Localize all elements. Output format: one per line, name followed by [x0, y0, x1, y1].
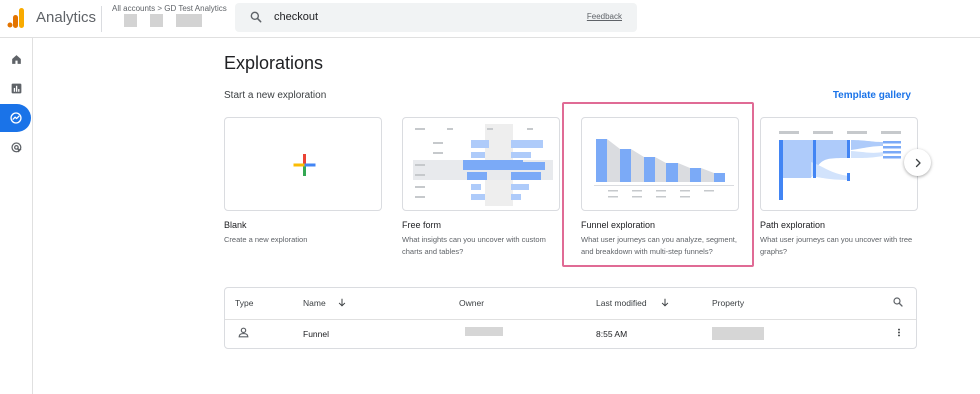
analytics-logo-icon[interactable] [7, 8, 25, 28]
column-header-last-modified[interactable]: Last modified [596, 298, 647, 308]
chevron-right-icon [915, 158, 921, 167]
plus-icon [293, 154, 316, 176]
column-header-name[interactable]: Name [303, 298, 326, 308]
search-input[interactable]: checkout [274, 11, 318, 23]
reports-icon [11, 83, 22, 93]
highlight-box [562, 102, 754, 267]
page-title: Explorations [224, 53, 324, 73]
path-exploration-template-card[interactable] [760, 117, 918, 211]
sort-arrow-down-icon[interactable] [337, 297, 347, 308]
redacted-block [176, 14, 202, 27]
blank-template-card[interactable] [224, 117, 382, 211]
header-divider [225, 319, 916, 320]
divider [101, 6, 102, 32]
carousel-next-button[interactable] [904, 149, 931, 176]
redacted-block [150, 14, 163, 27]
section-subtitle: Start a new exploration [224, 90, 327, 101]
card-title-path: Path exploration [760, 220, 826, 230]
redacted-owner [465, 327, 503, 336]
template-gallery-link[interactable]: Template gallery [833, 90, 911, 101]
card-desc-path: What user journeys can you uncover with … [760, 235, 913, 256]
search-bar[interactable]: checkout Feedback [235, 3, 637, 32]
column-header-type: Type [235, 298, 254, 308]
nav-home[interactable] [0, 47, 33, 71]
column-header-owner: Owner [459, 298, 485, 308]
card-title-blank: Blank [224, 220, 247, 230]
row-name[interactable]: Funnel [303, 329, 329, 339]
row-last-modified: 8:55 AM [596, 329, 628, 339]
feedback-link[interactable]: Feedback [587, 12, 622, 21]
home-icon [12, 54, 21, 64]
more-vert-icon[interactable] [894, 326, 904, 339]
free-form-thumbnail [413, 124, 553, 206]
card-desc-free-form: What insights can you uncover with custo… [402, 235, 546, 256]
nav-reports[interactable] [0, 76, 33, 100]
account-breadcrumb[interactable]: All accounts > GD Test Analytics [112, 4, 227, 13]
column-header-property: Property [712, 298, 745, 308]
path-thumbnail [779, 131, 901, 200]
explore-icon [9, 112, 22, 124]
top-app-bar: Analytics All accounts > GD Test Analyti… [0, 0, 980, 38]
redacted-property [712, 327, 764, 340]
card-title-free-form: Free form [402, 220, 442, 230]
redacted-block [124, 14, 137, 27]
free-form-template-card[interactable] [402, 117, 560, 211]
sort-arrow-down-icon[interactable] [660, 297, 670, 308]
card-desc-blank: Create a new exploration [224, 235, 308, 244]
nav-advertising[interactable] [0, 136, 33, 160]
search-icon [250, 11, 262, 23]
explorations-table: Type Name Owner Last modified Property F… [224, 287, 917, 349]
nav-explore[interactable] [0, 104, 31, 132]
person-icon [238, 327, 249, 338]
advertising-icon [10, 142, 22, 153]
app-title: Analytics [36, 9, 97, 26]
left-nav-rail [0, 38, 33, 394]
search-icon[interactable] [892, 296, 904, 308]
